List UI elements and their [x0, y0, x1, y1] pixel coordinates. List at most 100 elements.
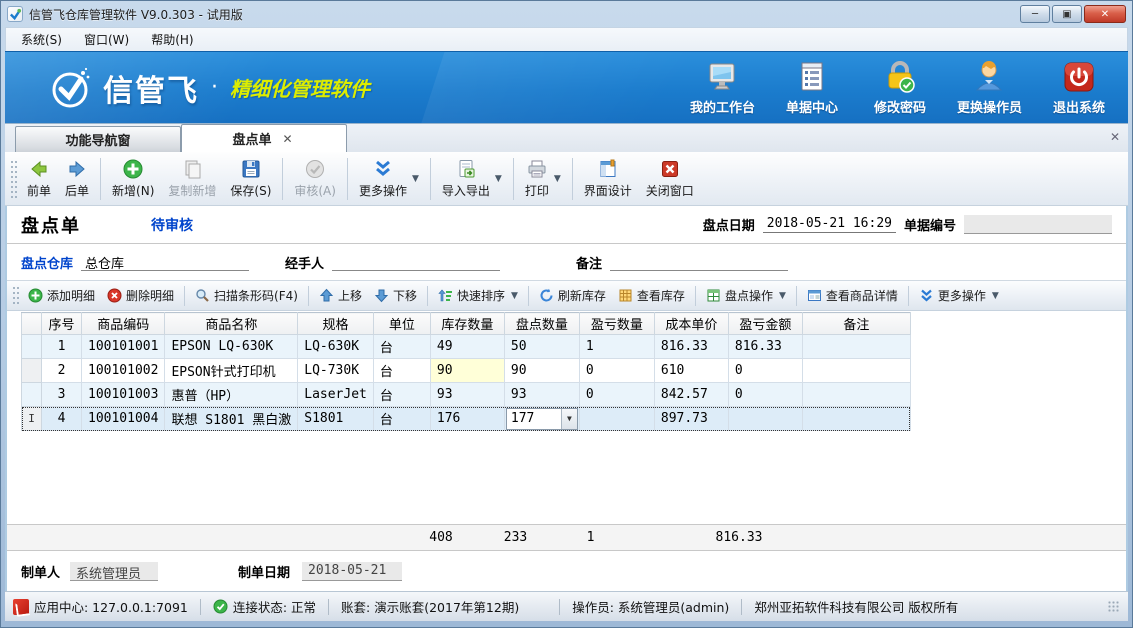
cell-diff[interactable]	[579, 407, 654, 431]
cell-unit[interactable]: 台	[373, 383, 430, 407]
maximize-button[interactable]: ▣	[1052, 5, 1082, 23]
minimize-button[interactable]: ─	[1020, 5, 1050, 23]
view-product-detail-button[interactable]: 查看商品详情	[801, 284, 904, 307]
cell-name[interactable]: 惠普（HP）	[165, 383, 298, 407]
close-button[interactable]: ✕	[1084, 5, 1126, 23]
cell-stock[interactable]: 176	[430, 407, 504, 431]
count-editor[interactable]: 177▼	[506, 408, 578, 430]
column-header-diff[interactable]: 盈亏数量	[579, 313, 654, 335]
cell-seq[interactable]: 4	[42, 407, 82, 431]
import-export-button[interactable]: 导入导出 ▼	[435, 155, 509, 202]
ui-design-button[interactable]: 界面设计	[577, 155, 639, 202]
cell-code[interactable]: 100101001	[82, 335, 165, 359]
cell-diff[interactable]: 0	[579, 359, 654, 383]
cell-name[interactable]: 联想 S1801 黑白激	[165, 407, 298, 431]
cell-name[interactable]: EPSON LQ-630K	[165, 335, 298, 359]
cell-amount[interactable]: 816.33	[728, 335, 802, 359]
column-header-remark[interactable]: 备注	[802, 313, 910, 335]
cell-amount[interactable]	[728, 407, 802, 431]
tab-function-nav[interactable]: 功能导航窗	[15, 126, 181, 152]
move-down-button[interactable]: 下移	[368, 284, 423, 307]
cell-seq[interactable]: 1	[42, 335, 82, 359]
cell-count[interactable]: 90	[504, 359, 579, 383]
refresh-stock-button[interactable]: 刷新库存	[533, 284, 612, 307]
save-button[interactable]: 保存(S)	[223, 155, 278, 202]
column-header-code[interactable]: 商品编码	[82, 313, 165, 335]
audit-button[interactable]: 审核(A)	[287, 155, 343, 202]
table-row[interactable]: 2100101002EPSON针式打印机LQ-730K台909006100	[22, 359, 911, 383]
cell-count[interactable]: 93	[504, 383, 579, 407]
table-row[interactable]: 1100101001EPSON LQ-630KLQ-630K台49501816.…	[22, 335, 911, 359]
table-row[interactable]: I4100101004联想 S1801 黑白激S1801台176177▼ 897.…	[22, 407, 911, 431]
cell-unit[interactable]: 台	[373, 407, 430, 431]
cell-remark[interactable]	[802, 359, 910, 383]
exit-system-button[interactable]: 退出系统	[1048, 60, 1110, 116]
cell-stock[interactable]: 90	[430, 359, 504, 383]
scan-barcode-button[interactable]: 扫描条形码(F4)	[189, 284, 304, 307]
add-detail-button[interactable]: 添加明细	[22, 284, 101, 307]
cell-spec[interactable]: LQ-730K	[298, 359, 374, 383]
cell-seq[interactable]: 3	[42, 383, 82, 407]
column-header-stock[interactable]: 库存数量	[430, 313, 504, 335]
column-header-seq[interactable]: 序号	[42, 313, 82, 335]
resize-grip[interactable]	[1108, 601, 1120, 613]
remark-field[interactable]	[610, 253, 788, 271]
toolbar-grip[interactable]	[10, 160, 17, 198]
close-window-button[interactable]: 关闭窗口	[639, 155, 701, 202]
column-header-spec[interactable]: 规格	[298, 313, 374, 335]
cell-unit[interactable]: 台	[373, 359, 430, 383]
inventory-ops-button[interactable]: 盘点操作 ▼	[700, 284, 792, 307]
tab-close-icon[interactable]: ✕	[279, 132, 295, 146]
cell-amount[interactable]: 0	[728, 359, 802, 383]
cell-code[interactable]: 100101004	[82, 407, 165, 431]
cell-cost[interactable]: 897.73	[654, 407, 728, 431]
column-header-amount[interactable]: 盈亏金额	[728, 313, 802, 335]
cell-name[interactable]: EPSON针式打印机	[165, 359, 298, 383]
menu-system[interactable]: 系统(S)	[12, 28, 71, 51]
cell-remark[interactable]	[802, 407, 910, 431]
move-up-button[interactable]: 上移	[313, 284, 368, 307]
count-dropdown-icon[interactable]: ▼	[561, 409, 577, 429]
date-field[interactable]: 2018-05-21 16:29	[763, 216, 896, 233]
more-actions-button[interactable]: 更多操作 ▼	[352, 155, 426, 202]
my-workbench-button[interactable]: 我的工作台	[690, 60, 755, 116]
cell-cost[interactable]: 842.57	[654, 383, 728, 407]
tabstrip-close-icon[interactable]: ✕	[1110, 130, 1120, 144]
print-button[interactable]: 打印 ▼	[518, 155, 568, 202]
cell-code[interactable]: 100101002	[82, 359, 165, 383]
more-detail-actions-button[interactable]: 更多操作 ▼	[913, 284, 1005, 307]
cell-cost[interactable]: 610	[654, 359, 728, 383]
document-center-button[interactable]: 单据中心	[781, 60, 843, 116]
next-doc-button[interactable]: 后单	[58, 155, 96, 202]
cell-diff[interactable]: 1	[579, 335, 654, 359]
delete-detail-button[interactable]: 删除明细	[101, 284, 180, 307]
warehouse-field[interactable]: 总仓库	[81, 253, 249, 271]
column-header-count[interactable]: 盘点数量	[504, 313, 579, 335]
cell-count[interactable]: 50	[504, 335, 579, 359]
prev-doc-button[interactable]: 前单	[20, 155, 58, 202]
menu-window[interactable]: 窗口(W)	[75, 28, 138, 51]
row-indicator[interactable]	[22, 335, 42, 359]
cell-spec[interactable]: LQ-630K	[298, 335, 374, 359]
cell-diff[interactable]: 0	[579, 383, 654, 407]
table-row[interactable]: 3100101003惠普（HP）LaserJet台93930842.570	[22, 383, 911, 407]
cell-spec[interactable]: S1801	[298, 407, 374, 431]
cell-code[interactable]: 100101003	[82, 383, 165, 407]
switch-operator-button[interactable]: 更换操作员	[957, 60, 1022, 116]
cell-stock[interactable]: 49	[430, 335, 504, 359]
cell-seq[interactable]: 2	[42, 359, 82, 383]
row-indicator[interactable]	[22, 359, 42, 383]
cell-cost[interactable]: 816.33	[654, 335, 728, 359]
handler-field[interactable]	[332, 253, 500, 271]
count-editor-value[interactable]: 177	[507, 411, 561, 426]
row-indicator[interactable]	[22, 383, 42, 407]
column-header-unit[interactable]: 单位	[373, 313, 430, 335]
change-password-button[interactable]: 修改密码	[869, 60, 931, 116]
new-button[interactable]: 新增(N)	[105, 155, 161, 202]
row-indicator[interactable]: I	[22, 407, 42, 431]
toolbar-grip[interactable]	[12, 286, 19, 306]
view-stock-button[interactable]: 查看库存	[612, 284, 691, 307]
menu-help[interactable]: 帮助(H)	[142, 28, 202, 51]
cell-unit[interactable]: 台	[373, 335, 430, 359]
cell-remark[interactable]	[802, 383, 910, 407]
